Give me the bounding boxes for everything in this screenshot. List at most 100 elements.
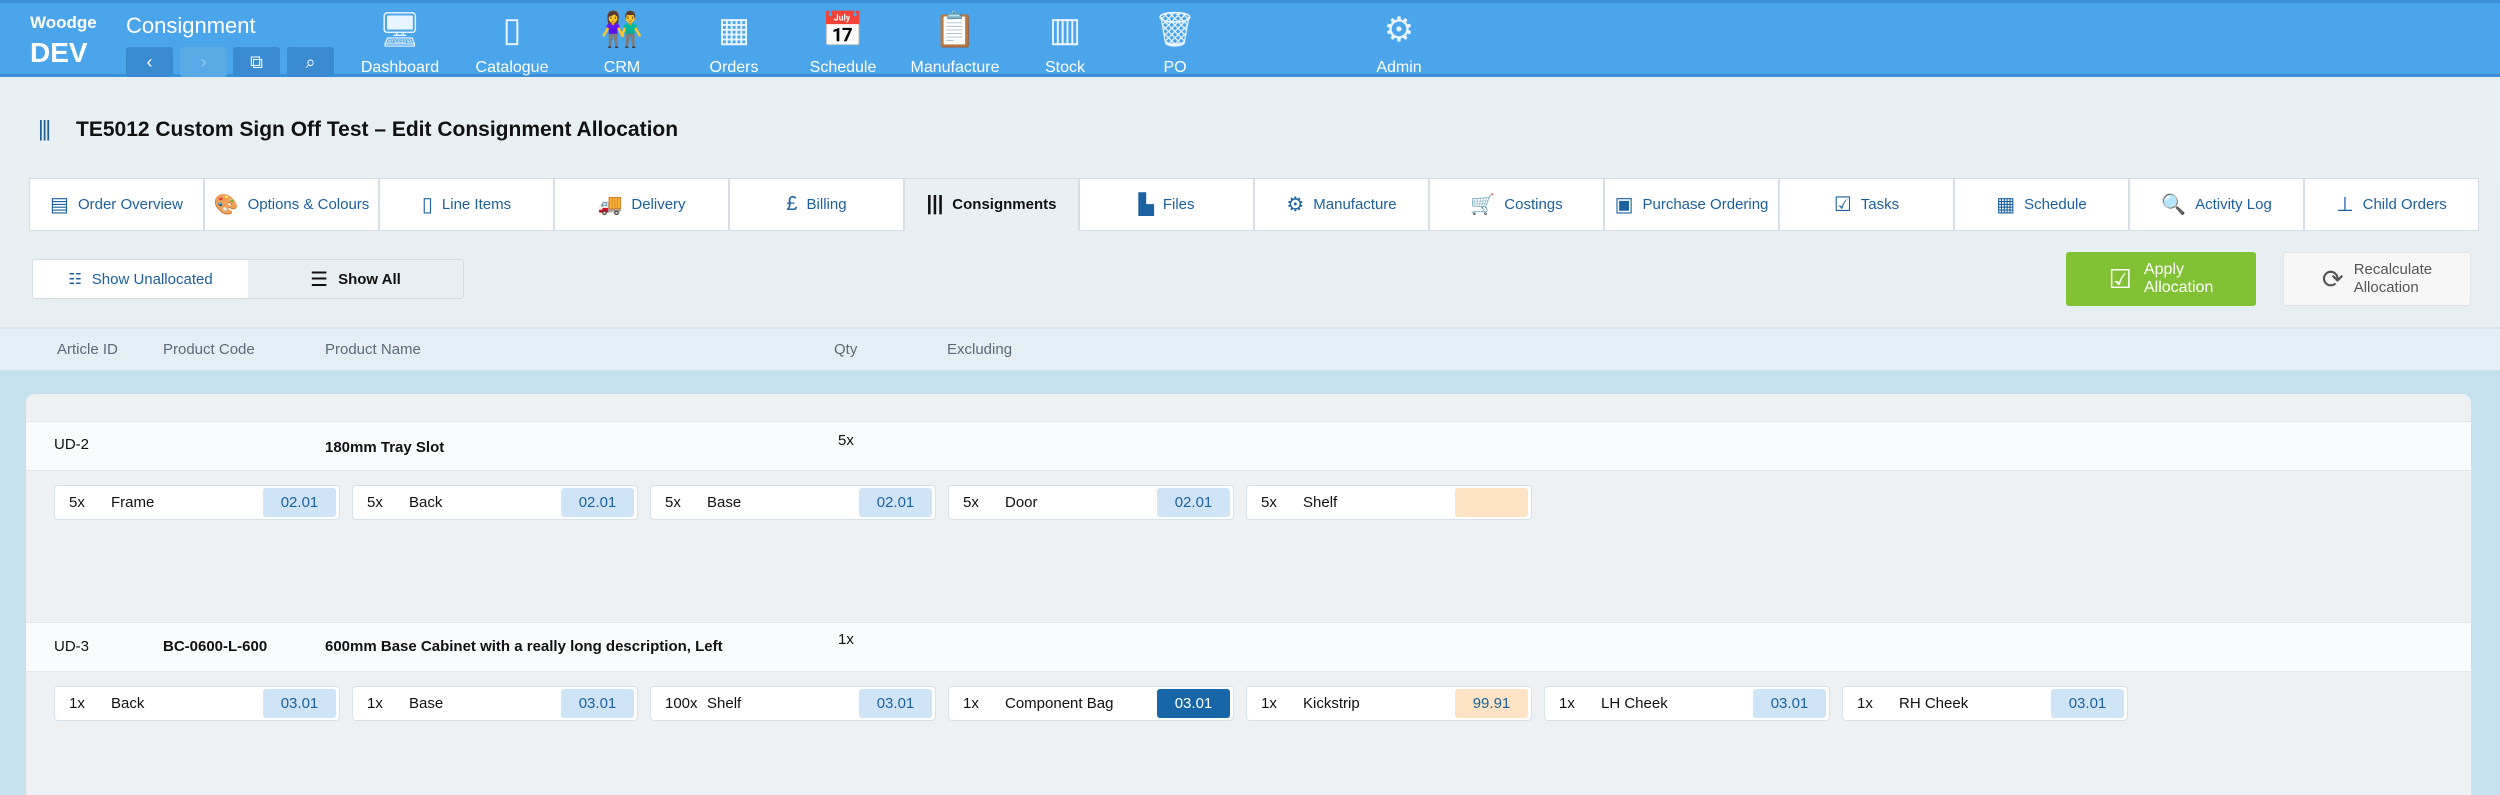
section-title: Consignment — [126, 13, 256, 38]
article-id: UD-3 — [54, 638, 90, 655]
part-chip[interactable]: 1x RH Cheek 03.01 — [1842, 686, 2128, 721]
part-qty: 1x — [1857, 695, 1873, 712]
part-name: Base — [409, 695, 444, 712]
module-label: Catalogue — [475, 59, 549, 76]
part-qty: 5x — [665, 494, 681, 511]
col-qty: Qty — [834, 341, 858, 358]
article-row[interactable]: UD-2 180mm Tray Slot 5x — [26, 421, 2471, 471]
tab-consignments[interactable]: ||| Consignments — [904, 178, 1079, 231]
back-button[interactable]: ‹ — [126, 47, 173, 77]
tab-tasks[interactable]: ☑ Tasks — [1779, 178, 1954, 231]
tab-files[interactable]: ▙ Files — [1079, 178, 1254, 231]
module-label: Dashboard — [360, 59, 440, 76]
part-name: Back — [409, 494, 443, 511]
consignment-badge[interactable]: 02.01 — [859, 488, 932, 517]
col-product-name: Product Name — [325, 341, 421, 358]
tab-label: Schedule — [2024, 196, 2087, 213]
po-icon: 🗑 — [1153, 11, 1197, 49]
part-qty: 5x — [69, 494, 85, 511]
part-qty: 100x — [665, 695, 698, 712]
part-name: Frame — [111, 494, 155, 511]
part-chip[interactable]: 100x Shelf 03.01 — [650, 686, 936, 721]
consignment-badge[interactable]: 03.01 — [263, 689, 336, 718]
checkbox-icon: ☑ — [2108, 263, 2132, 294]
part-chip[interactable]: 1x Back 03.01 — [54, 686, 340, 721]
tab-child-orders[interactable]: ⊥ Child Orders — [2304, 178, 2479, 231]
consignment-badge[interactable]: 03.01 — [561, 689, 634, 718]
consignment-badge[interactable]: 03.01 — [1753, 689, 1826, 718]
admin-icon: ⚙ — [1383, 11, 1415, 49]
apply-label-1: Apply — [2143, 261, 2184, 278]
tab-icon: ▙ — [1138, 194, 1154, 216]
consignment-badge[interactable]: 02.01 — [1157, 488, 1230, 517]
article-qty: 1x — [838, 631, 854, 648]
module-catalogue[interactable]: ▯ Catalogue — [457, 9, 567, 77]
tab-icon: ▯ — [421, 194, 433, 216]
module-manufacture[interactable]: 📋 Manufacture — [900, 9, 1010, 77]
tab-icon: ▤ — [50, 194, 69, 216]
module-admin[interactable]: ⚙ Admin — [1344, 9, 1454, 77]
tab-icon: 🚚 — [597, 194, 623, 216]
tab-activity-log[interactable]: 🔍 Activity Log — [2129, 178, 2304, 231]
tab-costings[interactable]: 🛒 Costings — [1429, 178, 1604, 231]
show-all-button[interactable]: ☰ Show All — [248, 260, 463, 298]
tab-label: Tasks — [1860, 196, 1900, 213]
tab-line-items[interactable]: ▯ Line Items — [379, 178, 554, 231]
product-code: BC-0600-L-600 — [163, 638, 268, 655]
tab-purchase-ordering[interactable]: ▣ Purchase Ordering — [1604, 178, 1779, 231]
show-unallocated-button[interactable]: ☷ Show Unallocated — [33, 260, 248, 298]
recalculate-allocation-button[interactable]: ⟳ Recalculate Allocation — [2283, 252, 2471, 306]
tab-options-colours[interactable]: 🎨 Options & Colours — [204, 178, 379, 231]
tab-billing[interactable]: £ Billing — [729, 178, 904, 231]
tab-label: Costings — [1504, 196, 1563, 213]
part-name: Kickstrip — [1303, 695, 1360, 712]
tab-manufacture[interactable]: ⚙ Manufacture — [1254, 178, 1429, 231]
consignment-badge[interactable]: 03.01 — [859, 689, 932, 718]
module-stock[interactable]: ▥ Stock — [1010, 9, 1120, 77]
col-article-id: Article ID — [57, 341, 118, 358]
part-chip[interactable]: 5x Frame 02.01 — [54, 485, 340, 520]
article-row[interactable]: UD-3 BC-0600-L-600 600mm Base Cabinet wi… — [26, 622, 2471, 672]
consignment-badge[interactable]: 99.91 — [1455, 689, 1528, 718]
part-chip[interactable]: 5x Back 02.01 — [352, 485, 638, 520]
module-label: Manufacture — [910, 59, 1000, 76]
module-po[interactable]: 🗑 PO — [1120, 9, 1230, 77]
part-name: Shelf — [707, 695, 742, 712]
part-chip[interactable]: 1x Kickstrip 99.91 — [1246, 686, 1532, 721]
part-chip[interactable]: 5x Base 02.01 — [650, 485, 936, 520]
new-window-button[interactable]: ⧉ — [233, 47, 280, 77]
part-chip[interactable]: 5x Door 02.01 — [948, 485, 1234, 520]
tab-label: Child Orders — [2362, 196, 2447, 213]
consignment-badge[interactable] — [1455, 488, 1528, 517]
crm-icon: 👫 — [600, 11, 644, 49]
apply-allocation-button[interactable]: ☑ Apply Allocation — [2066, 252, 2256, 306]
part-qty: 1x — [963, 695, 979, 712]
tab-order-overview[interactable]: ▤ Order Overview — [29, 178, 204, 231]
part-chip[interactable]: 1x Component Bag 03.01 — [948, 686, 1234, 721]
tab-bar: ▤ Order Overview 🎨 Options & Colours ▯ Line I… — [29, 178, 2479, 231]
search-button[interactable]: ⌕ — [287, 47, 334, 77]
part-name: Back — [111, 695, 145, 712]
tab-label: Purchase Ordering — [1642, 196, 1769, 213]
module-orders[interactable]: ▦ Orders — [679, 9, 789, 77]
module-dashboard[interactable]: 🖥 Dashboard — [345, 9, 455, 77]
consignment-badge[interactable]: 02.01 — [263, 488, 336, 517]
tab-icon: 🔍 — [2161, 194, 2187, 216]
module-crm[interactable]: 👫 CRM — [567, 9, 677, 77]
consignment-badge[interactable]: 02.01 — [561, 488, 634, 517]
apply-label-2: Allocation — [2143, 279, 2214, 296]
part-chip[interactable]: 1x Base 03.01 — [352, 686, 638, 721]
module-schedule[interactable]: 📅 Schedule — [788, 9, 898, 77]
part-list: 1x Back 03.01 1x Base 03.01 100x Shelf 03.01 1x Co… — [54, 686, 2128, 721]
part-name: Shelf — [1303, 494, 1338, 511]
part-qty: 5x — [367, 494, 383, 511]
consignment-badge[interactable]: 03.01 — [1157, 689, 1230, 718]
forward-button[interactable]: › — [180, 47, 227, 77]
tab-schedule[interactable]: ▦ Schedule — [1954, 178, 2129, 231]
part-chip[interactable]: 1x LH Cheek 03.01 — [1544, 686, 1830, 721]
consignment-badge[interactable]: 03.01 — [2051, 689, 2124, 718]
tab-delivery[interactable]: 🚚 Delivery — [554, 178, 729, 231]
manufacture-icon: 📋 — [933, 11, 977, 49]
menu-icon: ☰ — [310, 268, 329, 291]
part-chip[interactable]: 5x Shelf — [1246, 485, 1532, 520]
